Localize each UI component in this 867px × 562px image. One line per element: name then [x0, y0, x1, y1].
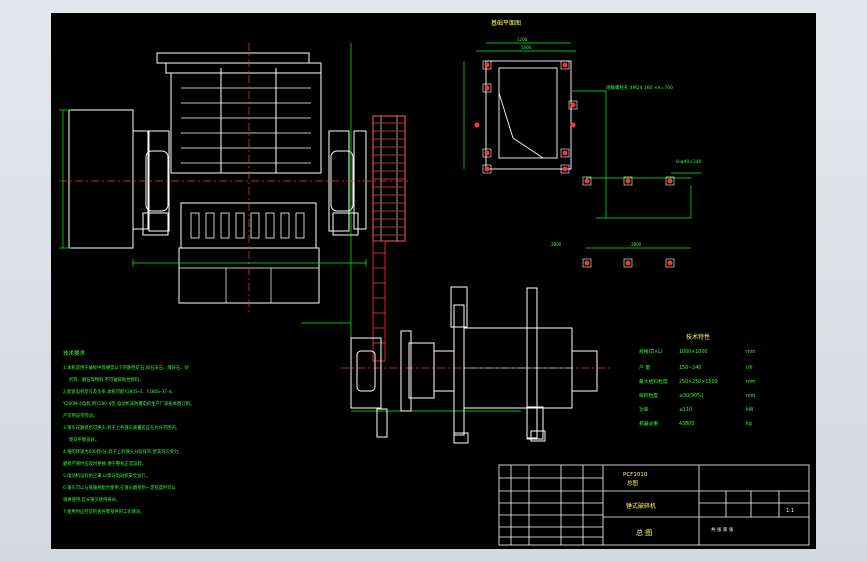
motor-side-view — [350, 286, 598, 444]
spec-label: 规格(D×L) — [639, 348, 663, 355]
spec-label: 排料粒度 — [639, 392, 658, 399]
tech-requirements-heading: 技术要求 — [63, 349, 86, 357]
side-note: 8-φ40×240 — [676, 159, 702, 165]
bolt-note: 地脚螺栓孔 4M24 160 ×h=700 — [606, 84, 673, 91]
spec-heading: 技术特性 — [686, 333, 710, 341]
spec-unit: t/h — [746, 365, 753, 371]
tech-line: 6.锤头可以与锤轴相配合使用,在锤头磨损到一定程度时可以 — [63, 484, 177, 491]
spec-table: 技术特性 规格(D×L) 1000×1000 mm 产 量 150~240 t/… — [639, 333, 756, 427]
dim-bottom-2: 2800 — [631, 242, 642, 247]
spec-value: 1000×1000 — [679, 349, 707, 355]
tech-line: 5.电动机设有防尘罩,以保证电动机安全运行。 — [63, 472, 150, 479]
dim-bottom-1: 2800 — [551, 242, 562, 247]
spec-unit: kg — [746, 421, 752, 427]
spec-unit: mm — [746, 394, 756, 399]
drawing-title: 总 图 — [636, 528, 652, 537]
dim-top: 1200 — [517, 37, 528, 42]
center-lines — [59, 43, 611, 369]
dim-top-inner: 1000 — [521, 45, 532, 50]
tech-line: 磨损严重时应及时更换,便于整机正常运转。 — [63, 460, 146, 467]
spec-value: ≤30(90%) — [679, 393, 704, 399]
foundation-plan: 基础平面图 地脚螺栓孔 4M24 160 ×h=700 8-φ40×240 12… — [463, 19, 702, 268]
spec-label: 机器总重 — [639, 420, 658, 427]
spec-value: 43800 — [679, 421, 694, 427]
spec-value: 150~240 — [679, 365, 701, 371]
tech-line: 3.锤头在磨损后可换头,转子上各锤头质量差应在允许范围内, — [63, 424, 177, 431]
tech-line: 岩等、磨石等物料,不可破碎粘性物料。 — [69, 376, 143, 383]
drive-belt — [372, 115, 406, 362]
tech-line: 1.本机适用于破碎中等硬度以下的脆性矿石,如石灰石、煤矸石、砂 — [63, 364, 189, 371]
drawing-sheet[interactable]: 基础平面图 地脚螺栓孔 4M24 160 ×h=700 8-φ40×240 12… — [51, 13, 816, 549]
title-name: 总图 — [627, 479, 639, 487]
dimension-lines-left — [59, 43, 521, 412]
spec-unit: mm — [746, 380, 756, 385]
tech-line: 产可用皮带传动。 — [63, 412, 97, 419]
title-block: PCF1010 总图 锤式破碎机 总 图 1:1 共 张 第 张 — [498, 464, 810, 546]
tech-line: 4.锤的转速为600转/分,转子上的锤头分段排列,使其均匀受力, — [63, 448, 180, 455]
spec-label: 功率 — [639, 406, 649, 413]
spec-unit: mm — [746, 350, 756, 355]
spec-label: 产 量 — [639, 364, 650, 371]
spec-value: 250×250×1500 — [679, 379, 718, 385]
title-model: PCF1010 — [623, 472, 648, 478]
tech-line: Y280M-4电机,用Y280-4型,电动机或防爆电机生产厂家按本图订制。 — [62, 400, 194, 407]
foundation-plan-title: 基础平面图 — [491, 19, 521, 27]
cad-viewport: 基础平面图 地脚螺栓孔 4M24 160 ×h=700 8-φ40×240 12… — [0, 0, 867, 562]
spec-label: 最大给料粒度 — [639, 378, 668, 385]
title-scale: 1:1 — [786, 508, 794, 514]
tech-requirements: 技术要求 1.本机适用于破碎中等硬度以下的脆性矿石,如石灰石、煤矸石、砂 岩等、… — [62, 349, 194, 515]
spec-unit: kW — [746, 407, 754, 413]
tech-line: 7.使用时应经常检查各零部件的工作情况。 — [63, 508, 144, 515]
tech-line: 使其平衡良好。 — [69, 436, 99, 443]
tech-line: 2.配套电机型号及功率,本机可配Y280S-4、Y280S-37-4、 — [63, 388, 176, 395]
spec-value: ≤110 — [679, 407, 692, 413]
title-subtitle: 锤式破碎机 — [626, 502, 656, 510]
cad-drawing: 基础平面图 地脚螺栓孔 4M24 160 ×h=700 8-φ40×240 12… — [59, 19, 810, 546]
tech-line: 调换使用,延长锤头使用寿命。 — [63, 496, 120, 503]
title-sheet: 共 张 第 张 — [711, 526, 734, 533]
crusher-front-view — [68, 52, 406, 304]
